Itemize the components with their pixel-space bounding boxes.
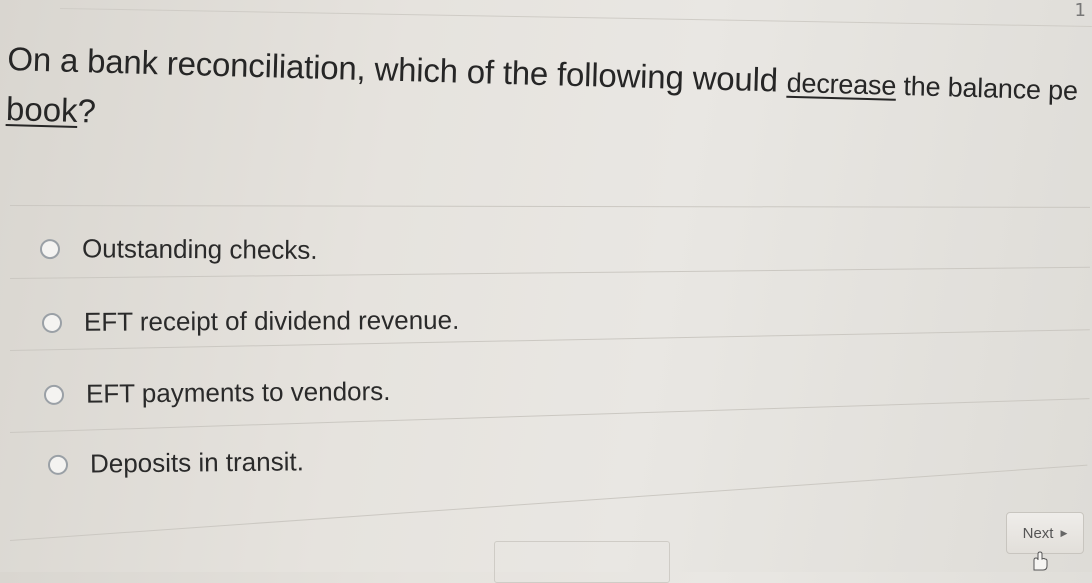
radio-button[interactable] [39,238,61,259]
option-eft-receipt-dividend[interactable]: EFT receipt of dividend revenue. [41,304,460,338]
hand-pointer-icon [1033,551,1048,571]
question-text-start: On a bank reconciliation, which of the f… [6,40,788,99]
question-prompt: On a bank reconciliation, which of the f… [6,40,1092,161]
option-label: EFT payments to vendors. [85,375,391,409]
radio-button[interactable] [43,384,65,405]
next-button[interactable]: Next ▶ [1006,512,1084,554]
triangle-right-icon: ▶ [1060,527,1068,538]
option-label: EFT receipt of dividend revenue. [83,304,460,337]
radio-button[interactable] [47,454,69,475]
radio-button[interactable] [41,312,63,333]
option-outstanding-checks[interactable]: Outstanding checks. [39,233,318,266]
top-divider [59,8,1092,28]
option-label: Outstanding checks. [81,233,318,265]
option-label: Deposits in transit. [89,446,305,479]
question-line2-emphasis: book [5,89,79,129]
question-text-end: the balance pe [895,70,1079,106]
question-mark: ? [77,91,97,130]
answer-box [494,541,670,583]
option-eft-payments-vendors[interactable]: EFT payments to vendors. [43,375,391,410]
page-number: 1 [1074,0,1086,21]
option-deposits-in-transit[interactable]: Deposits in transit. [47,446,305,480]
question-emphasis: decrease [786,67,897,101]
next-label: Next [1022,524,1054,542]
divider-option-1 [9,266,1090,279]
divider-question [9,205,1090,208]
